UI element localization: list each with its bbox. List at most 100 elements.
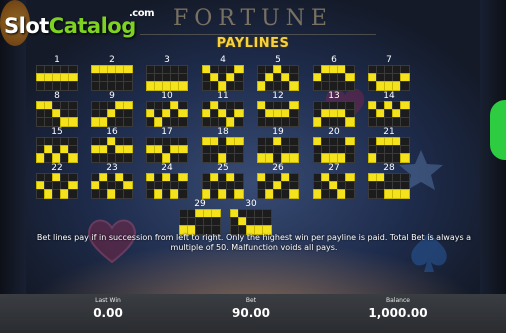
payline-cell [329, 145, 339, 155]
payline-cell [170, 65, 180, 75]
payline-cell [146, 101, 156, 111]
payline-cell [218, 101, 228, 111]
payline-27: 27 [313, 163, 355, 199]
payline-pattern [91, 101, 133, 127]
payline-cell [257, 137, 267, 147]
payline-cell-active [178, 145, 188, 155]
payline-cell [154, 137, 164, 147]
payline-number: 8 [54, 91, 60, 101]
payline-cell [210, 81, 220, 91]
payline-number: 11 [217, 91, 229, 101]
payline-cell [202, 181, 212, 191]
payline-26: 26 [257, 163, 299, 199]
payline-cell [202, 73, 212, 83]
payline-cell-active [107, 137, 117, 147]
payline-number: 10 [161, 91, 173, 101]
payline-cell [313, 153, 323, 163]
payline-cell-active [123, 181, 133, 191]
payline-cell [289, 109, 299, 119]
payline-cell [262, 209, 272, 219]
payline-cell [376, 65, 386, 75]
payline-number: 24 [161, 163, 173, 173]
payline-cell-active [154, 117, 164, 127]
payline-cell-active [91, 65, 101, 75]
payline-cell-active [202, 109, 212, 119]
payline-cell [265, 65, 275, 75]
bet-value: 90.00 [232, 306, 270, 320]
payline-cell [257, 145, 267, 155]
payline-cell [146, 137, 156, 147]
payline-cell [146, 181, 156, 191]
spin-button-edge[interactable] [490, 100, 506, 160]
payline-cell-active [226, 73, 236, 83]
payline-cell-active [210, 173, 220, 183]
payline-cell [91, 73, 101, 83]
payline-cell [384, 145, 394, 155]
payline-cell [265, 173, 275, 183]
payline-number: 4 [220, 55, 226, 65]
payline-cell [210, 189, 220, 199]
payline-cell [107, 181, 117, 191]
payline-cell [345, 81, 355, 91]
payline-cell [211, 217, 221, 227]
payline-cell-active [337, 109, 347, 119]
payline-cell-active [265, 109, 275, 119]
payline-cell [107, 117, 117, 127]
payline-cell-active [313, 73, 323, 83]
payline-cell-active [36, 181, 46, 191]
payline-cell [178, 153, 188, 163]
payline-cell [281, 117, 291, 127]
payline-cell [226, 109, 236, 119]
payline-number: 18 [217, 127, 229, 137]
payline-30: 30 [230, 199, 272, 235]
payline-cell [281, 145, 291, 155]
payline-cell [44, 181, 54, 191]
payline-cell-active [218, 189, 228, 199]
payline-cell [60, 109, 70, 119]
payline-cell [289, 73, 299, 83]
payline-cell [400, 65, 410, 75]
payline-cell [313, 101, 323, 111]
payline-cell-active [257, 101, 267, 111]
payline-cell [321, 189, 331, 199]
payline-cell [384, 65, 394, 75]
payline-pattern [146, 137, 188, 163]
payline-cell [321, 101, 331, 111]
payline-cell [154, 109, 164, 119]
watermark-catalog: Catalog [48, 14, 136, 38]
payline-cell-active [44, 189, 54, 199]
payline-number: 7 [386, 55, 392, 65]
payline-cell [91, 109, 101, 119]
payline-cell [123, 189, 133, 199]
payline-cell-active [146, 81, 156, 91]
payline-cell [44, 137, 54, 147]
payline-cell [226, 101, 236, 111]
payline-number: 2 [109, 55, 115, 65]
payline-cell-active [289, 101, 299, 111]
payline-number: 28 [383, 163, 395, 173]
payline-29: 29 [179, 199, 221, 235]
payline-cell [345, 65, 355, 75]
payline-cell [154, 153, 164, 163]
payline-cell-active [329, 65, 339, 75]
payline-cell [115, 189, 125, 199]
payline-cell [210, 65, 220, 75]
payline-cell [179, 217, 189, 227]
payline-cell [154, 73, 164, 83]
payline-number: 19 [272, 127, 284, 137]
payline-cell [195, 217, 205, 227]
bet-stat[interactable]: Bet 90.00 [206, 296, 296, 321]
payline-cell [178, 65, 188, 75]
payline-8: 8 [36, 91, 78, 127]
payline-cell-active [238, 217, 248, 227]
payline-cell [170, 153, 180, 163]
payline-number: 6 [331, 55, 337, 65]
payline-cell [400, 181, 410, 191]
payline-number: 30 [245, 199, 257, 209]
payline-14: 14 [368, 91, 410, 127]
payline-cell [376, 145, 386, 155]
payline-cell [234, 81, 244, 91]
payline-cell [203, 217, 213, 227]
balance-value: 1,000.00 [368, 306, 428, 320]
payline-cell [392, 101, 402, 111]
